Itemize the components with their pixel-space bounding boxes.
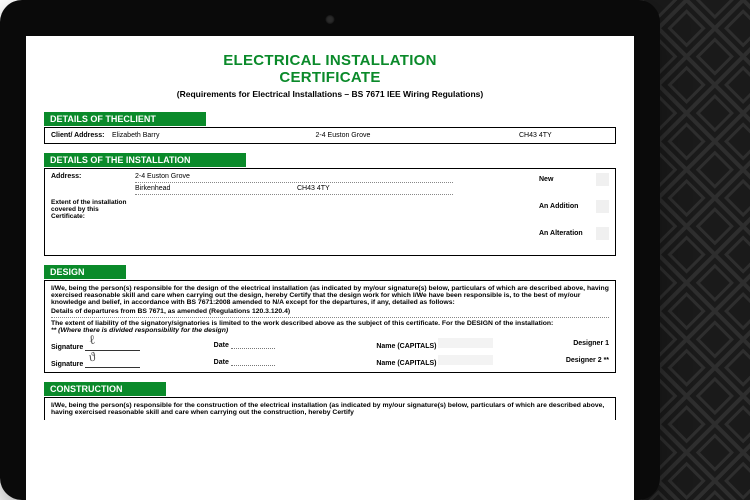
section-header-design: DESIGN [44, 265, 126, 279]
client-name: Elizabeth Barry [112, 132, 310, 139]
design-paragraph: I/We, being the person(s) responsible fo… [51, 285, 609, 306]
opt-addition-label: An Addition [539, 203, 578, 210]
client-postcode: CH43 4TY [519, 132, 609, 139]
name1-label: Name (CAPITALS) [376, 343, 436, 350]
section-header-client: DETAILS OF THECLIENT [44, 112, 206, 126]
date-field-2[interactable] [231, 356, 275, 366]
designer2-label: Designer 2 ** [539, 357, 609, 364]
date2-label: Date [214, 359, 229, 366]
install-options: New An Addition An Alteration [539, 173, 609, 240]
checkbox-addition[interactable] [596, 200, 609, 213]
title-line-1: ELECTRICAL INSTALLATION [223, 52, 437, 69]
designer1-label: Designer 1 [539, 340, 609, 347]
certificate-document: ELECTRICAL INSTALLATION CERTIFICATE (Req… [26, 36, 634, 420]
departures-label: Details of departures from BS 7671, as a… [51, 308, 609, 315]
name2-label: Name (CAPITALS) [376, 360, 436, 367]
tablet-screen: ELECTRICAL INSTALLATION CERTIFICATE (Req… [26, 36, 634, 500]
liability-text: The extent of liability of the signatory… [51, 320, 609, 327]
install-postcode: CH43 4TY [297, 185, 453, 192]
title-line-2: CERTIFICATE [44, 69, 616, 86]
signature-icon: ℓ [88, 332, 96, 349]
sig1-label: Signature [51, 344, 83, 351]
construction-paragraph: I/We, being the person(s) responsible fo… [51, 402, 609, 416]
design-box: I/We, being the person(s) responsible fo… [44, 280, 616, 373]
doc-subtitle: (Requirements for Electrical Installatio… [44, 89, 616, 99]
construction-box: I/We, being the person(s) responsible fo… [44, 397, 616, 420]
canvas: ELECTRICAL INSTALLATION CERTIFICATE (Req… [0, 0, 750, 500]
date-field-1[interactable] [231, 339, 275, 349]
client-box: Client/ Address: Elizabeth Barry 2-4 Eus… [44, 127, 616, 144]
install-address-label: Address: [51, 173, 129, 180]
checkbox-alteration[interactable] [596, 227, 609, 240]
divided-note: ** (Where there is divided responsibilit… [51, 327, 609, 334]
name-field-2[interactable] [438, 355, 493, 365]
install-city: Birkenhead [135, 185, 291, 192]
signature-icon: ϑ [88, 349, 96, 366]
date1-label: Date [214, 342, 229, 349]
camera-icon [326, 15, 335, 24]
extent-label: Extent of the installation covered by th… [51, 199, 129, 220]
name-field-1[interactable] [438, 338, 493, 348]
section-header-construction: CONSTRUCTION [44, 382, 166, 396]
signature-row-2: Signature ϑ Date Name (CAPITALS) Designe… [51, 353, 609, 368]
opt-new-label: New [539, 176, 553, 183]
section-header-installation: DETAILS OF THE INSTALLATION [44, 153, 246, 167]
install-addr1: 2-4 Euston Grove [135, 173, 453, 180]
client-addr1: 2-4 Euston Grove [316, 132, 514, 139]
signature-field-2[interactable]: ϑ [85, 353, 140, 368]
opt-alteration-label: An Alteration [539, 230, 583, 237]
installation-box: New An Addition An Alteration Address: 2… [44, 168, 616, 256]
tablet-device: ELECTRICAL INSTALLATION CERTIFICATE (Req… [0, 0, 660, 500]
sig2-label: Signature [51, 361, 83, 368]
client-address-label: Client/ Address: [51, 132, 106, 139]
doc-title: ELECTRICAL INSTALLATION CERTIFICATE [44, 52, 616, 86]
checkbox-new[interactable] [596, 173, 609, 186]
signature-row-1: Signature ℓ Date Name (CAPITALS) Designe… [51, 336, 609, 351]
